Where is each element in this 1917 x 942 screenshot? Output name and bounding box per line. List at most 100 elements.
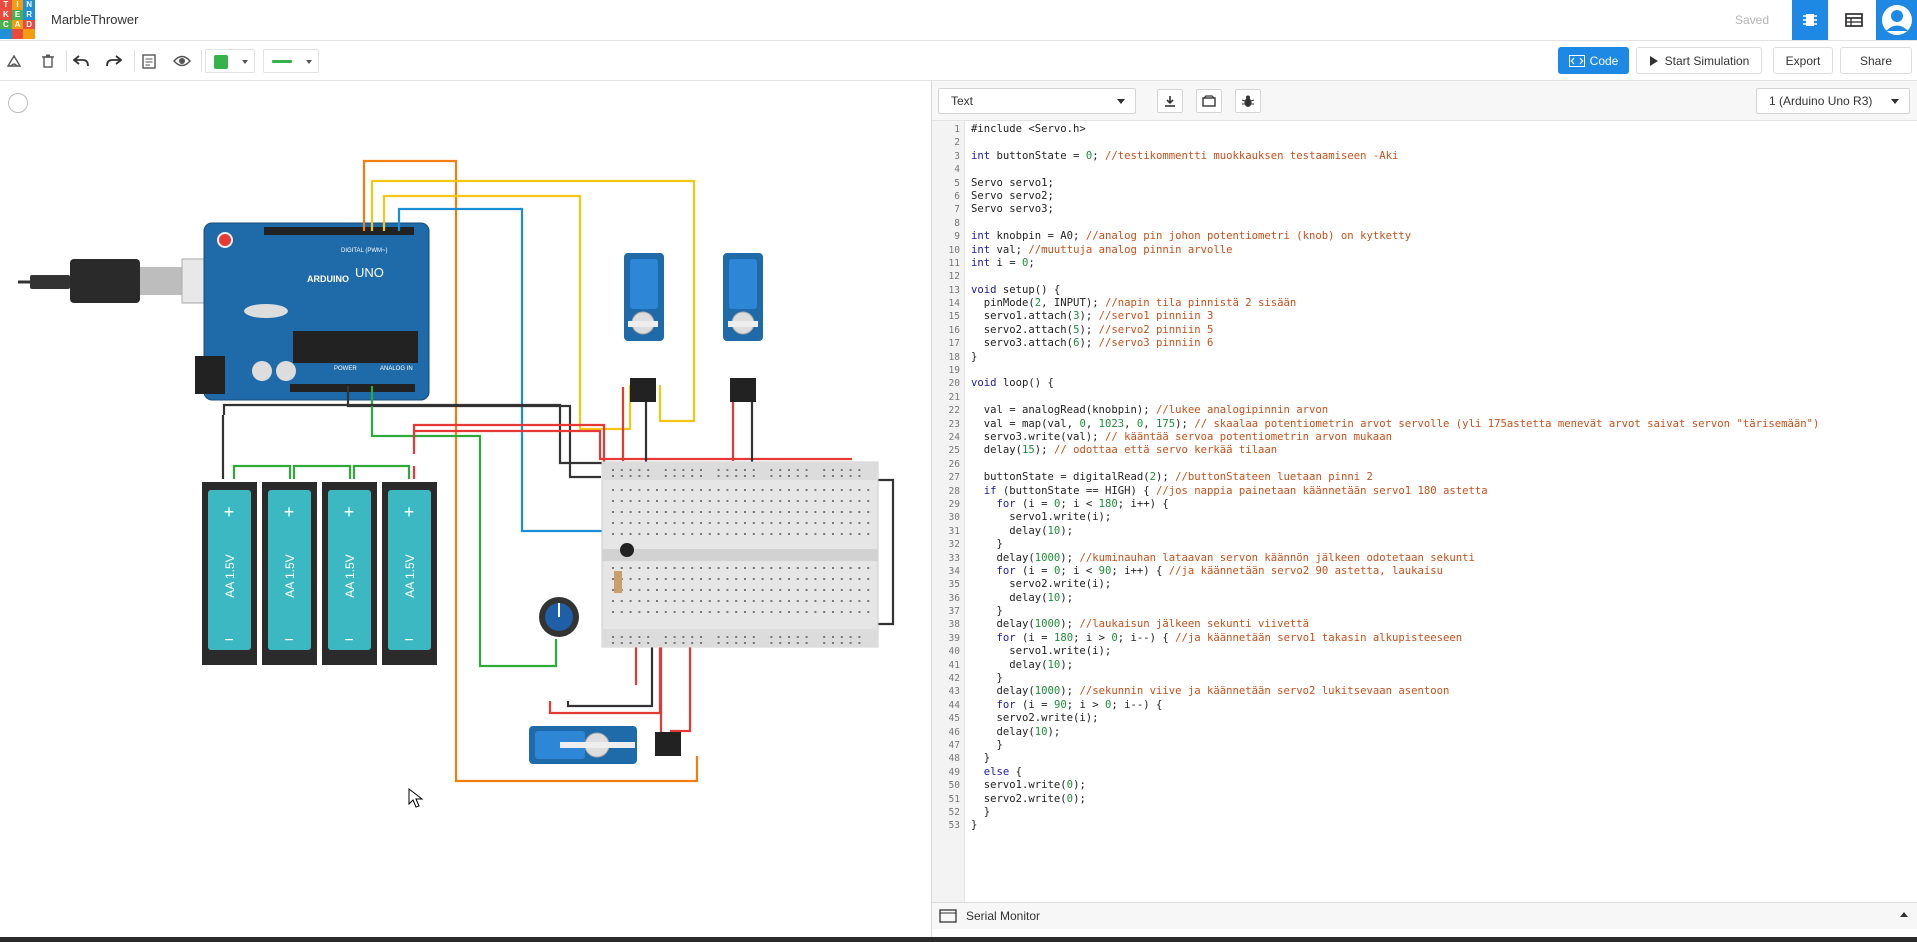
battery[interactable]: + AA 1.5V − xyxy=(262,482,317,665)
code-text: } xyxy=(971,672,1003,685)
code-line[interactable]: 38 delay(1000); //laukaisun jälkeen seku… xyxy=(932,618,1917,631)
code-line[interactable]: 42 } xyxy=(932,672,1917,685)
code-line[interactable]: 47 } xyxy=(932,739,1917,752)
code-text: servo3.attach(6); //servo3 pinniin 6 xyxy=(971,337,1214,350)
code-line[interactable]: 30 servo1.write(i); xyxy=(932,511,1917,524)
code-line[interactable]: 48 } xyxy=(932,752,1917,765)
tinkercad-logo[interactable]: TIN KERCAD xyxy=(0,0,35,39)
share-button[interactable]: Share xyxy=(1840,47,1912,74)
code-line[interactable]: 11 int i = 0; xyxy=(932,257,1917,270)
serial-monitor-bar[interactable]: Serial Monitor xyxy=(932,902,1917,929)
code-line[interactable]: 9 int knobpin = A0; //analog pin johon po… xyxy=(932,230,1917,243)
code-line[interactable]: 12 xyxy=(932,270,1917,283)
code-line[interactable]: 17 servo3.attach(6); //servo3 pinniin 6 xyxy=(932,337,1917,350)
circuit-canvas[interactable]: ARDUINO UNO DIGITAL (PWM~) POWER ANALOG … xyxy=(0,81,930,942)
project-title[interactable]: MarbleThrower xyxy=(51,12,138,27)
chevron-up-icon[interactable] xyxy=(1900,912,1908,917)
code-line[interactable]: 23 val = map(val, 0, 1023, 0, 175); // s… xyxy=(932,418,1917,431)
servo-top-right[interactable] xyxy=(723,253,763,402)
code-line[interactable]: 50 servo1.write(0); xyxy=(932,779,1917,792)
battery[interactable]: + AA 1.5V − xyxy=(202,482,257,665)
wire-color-picker[interactable] xyxy=(263,49,319,73)
servo-bottom[interactable] xyxy=(529,726,681,764)
code-line[interactable]: 20 void loop() { xyxy=(932,377,1917,390)
code-line[interactable]: 43 delay(1000); //sekunnin viive ja kään… xyxy=(932,685,1917,698)
line-number: 47 xyxy=(948,739,960,751)
code-line[interactable]: 10 int val; //muuttuja analog pinnin arvo… xyxy=(932,244,1917,257)
code-line[interactable]: 29 for (i = 0; i < 180; i++) { xyxy=(932,498,1917,511)
code-text: servo2.write(0); xyxy=(971,792,1086,805)
code-line[interactable]: 32 } xyxy=(932,538,1917,551)
editor-mode-select[interactable]: Text xyxy=(938,88,1136,114)
code-line[interactable]: 35 servo2.write(i); xyxy=(932,578,1917,591)
servo-top-left[interactable] xyxy=(624,253,664,402)
code-line[interactable]: 4 xyxy=(932,163,1917,176)
battery[interactable]: + AA 1.5V − xyxy=(382,482,437,665)
code-line[interactable]: 46 delay(10); xyxy=(932,726,1917,739)
board-select-value: 1 (Arduino Uno R3) xyxy=(1769,94,1873,108)
arduino-board[interactable]: ARDUINO UNO DIGITAL (PWM~) POWER ANALOG … xyxy=(195,222,430,401)
code-line[interactable]: 14 pinMode(2, INPUT); //napin tila pinni… xyxy=(932,297,1917,310)
line-number: 20 xyxy=(948,378,960,390)
code-line[interactable]: 8 xyxy=(932,217,1917,230)
code-line[interactable]: 39 for (i = 180; i > 0; i--) { //ja kään… xyxy=(932,632,1917,645)
code-text: delay(10); xyxy=(971,524,1074,537)
code-line[interactable]: 25 delay(15); // odottaa että servo kerk… xyxy=(932,444,1917,457)
undo-icon[interactable] xyxy=(71,51,91,71)
fill-color-picker[interactable] xyxy=(205,49,255,73)
code-line[interactable]: 49 else { xyxy=(932,766,1917,779)
circuit-view-button[interactable] xyxy=(1792,0,1828,40)
mouse-cursor-icon xyxy=(408,788,424,808)
code-line[interactable]: 6 Servo servo2; xyxy=(932,190,1917,203)
code-line[interactable]: 21 xyxy=(932,391,1917,404)
code-line[interactable]: 19 xyxy=(932,364,1917,377)
rotate-icon[interactable] xyxy=(4,51,24,71)
code-line[interactable]: 26 xyxy=(932,458,1917,471)
visibility-icon[interactable] xyxy=(172,51,192,71)
code-line[interactable]: 33 delay(1000); //kuminauhan lataavan se… xyxy=(932,552,1917,565)
code-line[interactable]: 5 Servo servo1; xyxy=(932,177,1917,190)
code-line[interactable]: 31 delay(10); xyxy=(932,525,1917,538)
redo-icon[interactable] xyxy=(104,51,124,71)
code-editor[interactable]: 1 #include <Servo.h> 2 3 int buttonState = 0… xyxy=(932,123,1917,833)
delete-icon[interactable] xyxy=(38,51,58,71)
battery-pack[interactable]: + AA 1.5V − + AA 1.5V − + AA 1.5V − + AA 1.5V − xyxy=(202,482,437,665)
potentiometer[interactable] xyxy=(539,597,579,637)
code-line[interactable]: 15 servo1.attach(3); //servo1 pinniin 3 xyxy=(932,310,1917,323)
code-line[interactable]: 53} xyxy=(932,819,1917,832)
battery[interactable]: + AA 1.5V − xyxy=(322,482,377,665)
code-line[interactable]: 22 val = analogRead(knobpin); //lukee an… xyxy=(932,404,1917,417)
libraries-button[interactable] xyxy=(1196,89,1222,113)
export-button[interactable]: Export xyxy=(1773,47,1833,74)
code-line[interactable]: 3 int buttonState = 0; //testikommentti m… xyxy=(932,150,1917,163)
code-line[interactable]: 52 } xyxy=(932,806,1917,819)
code-line[interactable]: 40 servo1.write(i); xyxy=(932,645,1917,658)
code-text: delay(1000); //kuminauhan lataavan servo… xyxy=(971,551,1475,564)
code-line[interactable]: 2 xyxy=(932,136,1917,149)
code-line[interactable]: 18} xyxy=(932,351,1917,364)
download-button[interactable] xyxy=(1157,89,1183,113)
component-list-button[interactable] xyxy=(1836,0,1872,40)
code-line[interactable]: 41 delay(10); xyxy=(932,659,1917,672)
code-line[interactable]: 24 servo3.write(val); // kääntää servoa … xyxy=(932,431,1917,444)
debugger-button[interactable] xyxy=(1235,89,1261,113)
save-status: Saved xyxy=(1735,13,1770,27)
code-line[interactable]: 7 Servo servo3; xyxy=(932,203,1917,216)
notes-icon[interactable] xyxy=(139,51,159,71)
code-line[interactable]: 27 buttonState = digitalRead(2); //butto… xyxy=(932,471,1917,484)
code-line[interactable]: 28 if (buttonState == HIGH) { //jos napp… xyxy=(932,485,1917,498)
code-button[interactable]: Code xyxy=(1558,47,1629,74)
code-line[interactable]: 13 void setup() { xyxy=(932,284,1917,297)
user-avatar[interactable] xyxy=(1876,0,1917,40)
breadboard[interactable] xyxy=(601,461,879,648)
code-line[interactable]: 36 delay(10); xyxy=(932,592,1917,605)
code-line[interactable]: 45 servo2.write(i); xyxy=(932,712,1917,725)
board-select[interactable]: 1 (Arduino Uno R3) xyxy=(1756,88,1910,114)
code-line[interactable]: 51 servo2.write(0); xyxy=(932,793,1917,806)
code-line[interactable]: 34 for (i = 0; i < 90; i++) { //ja käänn… xyxy=(932,565,1917,578)
code-line[interactable]: 16 servo2.attach(5); //servo2 pinniin 5 xyxy=(932,324,1917,337)
code-line[interactable]: 44 for (i = 90; i > 0; i--) { xyxy=(932,699,1917,712)
code-line[interactable]: 37 } xyxy=(932,605,1917,618)
code-line[interactable]: 1 #include <Servo.h> xyxy=(932,123,1917,136)
start-simulation-button[interactable]: Start Simulation xyxy=(1636,47,1762,74)
